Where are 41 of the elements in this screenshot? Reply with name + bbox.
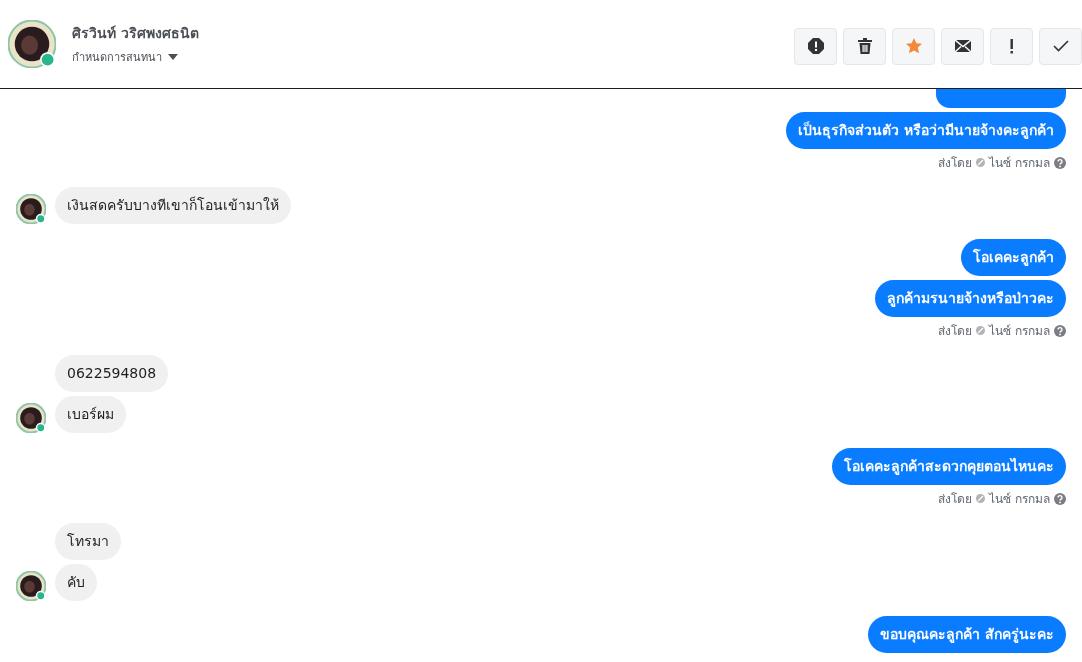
message-bubble: 0622594808 [55, 355, 169, 392]
avatar [16, 403, 46, 433]
mail-button[interactable] [941, 27, 984, 65]
conversation-menu[interactable]: กำหนดการสนทนา [72, 48, 199, 66]
message-bubble: ลูกค้ามรนายจ้างหรือป่าวคะ [875, 280, 1066, 317]
message-bubble: เงินสดครับบางทีเขาก็โอนเข้ามาให้ [55, 187, 291, 224]
mark-button[interactable] [990, 27, 1033, 65]
envelope-icon [954, 40, 971, 52]
message-bubble: คับ [55, 564, 97, 601]
message-bubble: โอเคคะลูกค้า [961, 239, 1066, 276]
verified-icon [976, 494, 986, 503]
verified-icon [976, 158, 986, 167]
alert-button[interactable] [794, 27, 837, 65]
trash-icon [857, 38, 872, 54]
sender-name: ไนซ์ กรกมล [989, 491, 1050, 508]
exclamation-icon [1009, 38, 1014, 54]
contact-name: ศิรวินท์ วริศพงศธนิต [72, 24, 199, 43]
message-bubble: เป็นธุรกิจส่วนตัว หรือว่ามีนายจ้างคะลูกค้า [786, 112, 1066, 149]
delete-button[interactable] [843, 27, 886, 65]
check-icon [1052, 40, 1069, 52]
done-button[interactable] [1039, 27, 1082, 65]
sender-name: ไนซ์ กรกมล [989, 323, 1050, 340]
star-button[interactable] [892, 27, 935, 65]
message-bubble: เบอร์ผม [55, 396, 126, 433]
star-icon [905, 38, 922, 54]
sent-by-label: ส่งโดย [938, 323, 973, 340]
avatar [8, 20, 56, 68]
sent-by-label: ส่งโดย [938, 155, 973, 172]
message-bubble: ขอบคุณคะลูกค้า สักครู่นะคะ [868, 616, 1066, 653]
message-bubble: โทรมา [55, 523, 121, 560]
caret-icon [168, 53, 178, 61]
help-icon [1054, 324, 1066, 337]
alert-icon [807, 38, 824, 54]
help-icon [1054, 156, 1066, 169]
help-icon [1054, 492, 1066, 505]
sent-by-label: ส่งโดย [938, 491, 973, 508]
sender-name: ไนซ์ กรกมล [989, 155, 1050, 172]
avatar [16, 194, 46, 224]
message-bubble: โอเคคะลูกค้าสะดวกคุยตอนไหนคะ [832, 448, 1066, 485]
avatar [16, 571, 46, 601]
verified-icon [976, 326, 986, 335]
